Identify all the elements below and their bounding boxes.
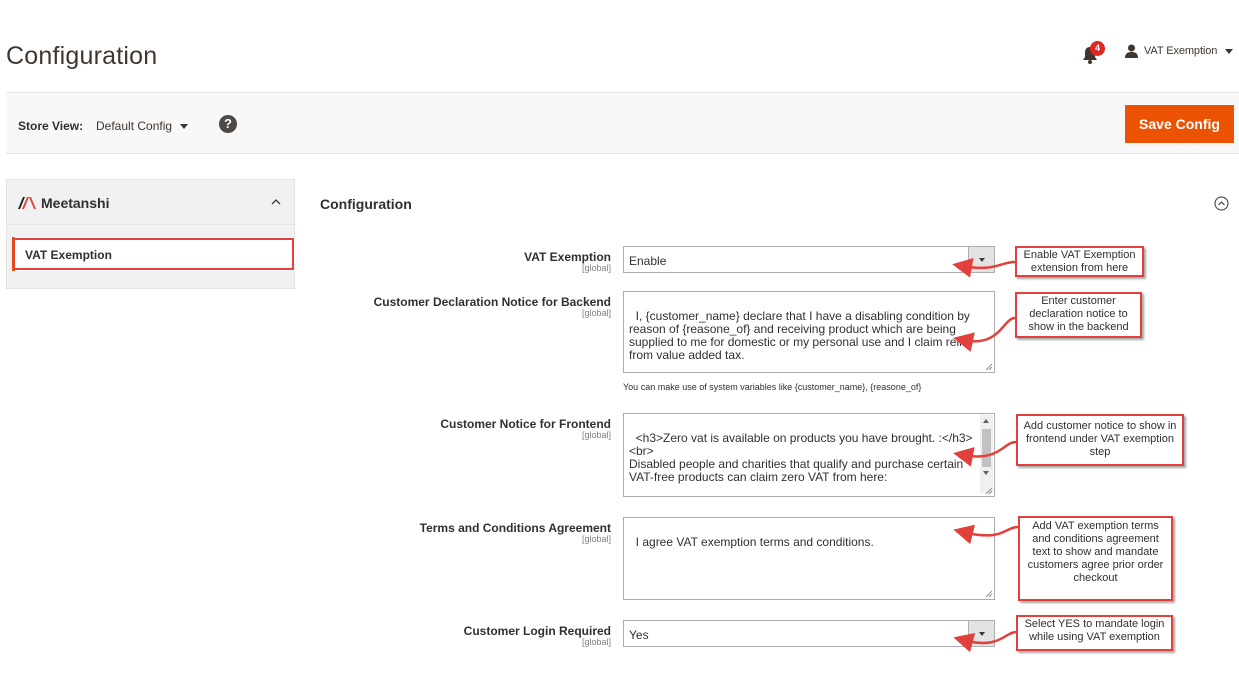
annotation-arrows (952, 257, 1019, 653)
annotation-arrow-vat (952, 257, 1016, 278)
annotation-arrow-terms (953, 524, 1019, 545)
annotation-arrow-backend (953, 316, 1016, 352)
annotation-arrow-login (953, 630, 1017, 653)
annotation-arrow-frontend (953, 440, 1017, 467)
